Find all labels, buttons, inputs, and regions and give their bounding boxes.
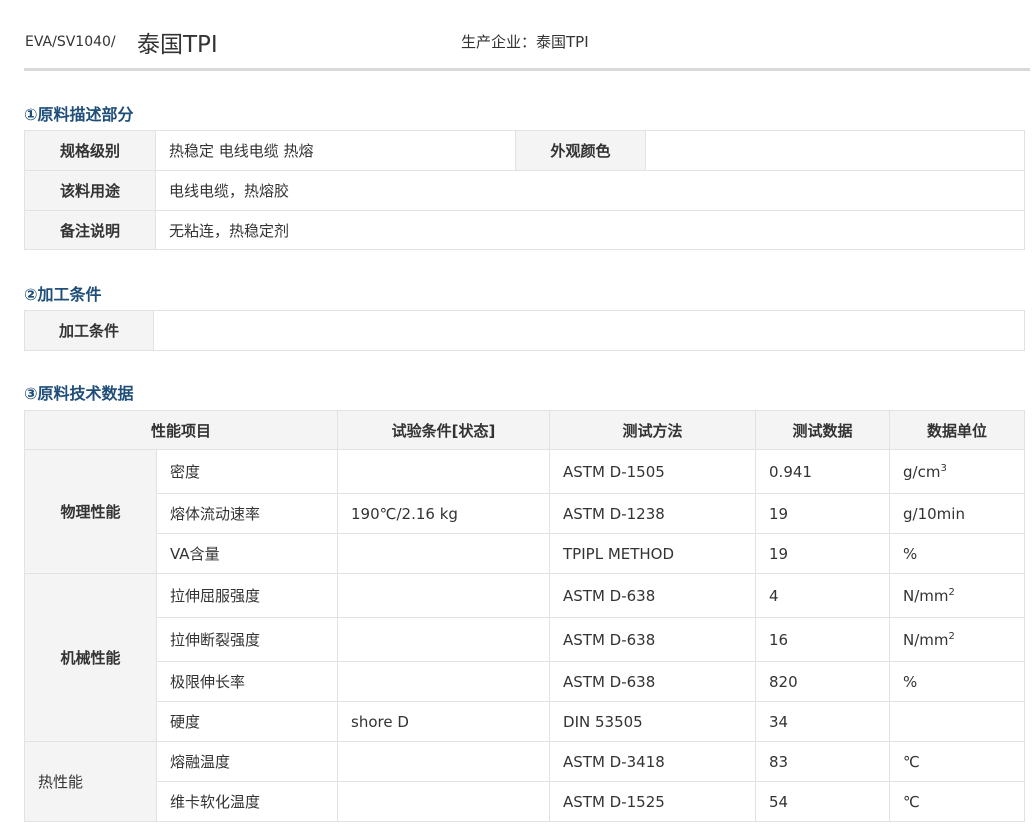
property-item: 极限伸长率: [155, 661, 339, 702]
test-data: 19: [755, 493, 891, 534]
spec-grade-value: 热稳定 电线电缆 热熔: [155, 130, 516, 171]
unit-text: ℃: [903, 752, 920, 771]
data-unit: [889, 701, 1026, 742]
test-condition: [337, 573, 551, 618]
table-row: 物理性能 密度 ASTM D-1505 0.941 g/cm3: [24, 449, 1026, 574]
test-method: ASTM D-1525: [549, 781, 757, 822]
unit-exponent: 3: [940, 462, 947, 474]
table-row: 热性能 熔融温度 ASTM D-3418 83 ℃: [24, 741, 1026, 822]
data-unit: g/cm3: [889, 449, 1026, 494]
column-header-data: 测试数据: [755, 410, 891, 450]
table-row: 加工条件: [24, 310, 1025, 351]
section-title-technical: ③原料技术数据: [24, 384, 134, 403]
table-header-row: 性能项目 试验条件[状态] 测试方法 测试数据 数据单位: [23, 410, 1026, 450]
table-row: 熔体流动速率 190℃/2.16 kg ASTM D-1238 19 g/10min: [25, 493, 1026, 534]
property-category: 热性能: [24, 741, 157, 822]
remarks-value: 无粘连，热稳定剂: [155, 210, 1025, 250]
unit-text: g/10min: [903, 504, 965, 523]
test-data: 19: [755, 533, 891, 574]
data-unit: N/mm2: [889, 573, 1026, 618]
property-item: 硬度: [155, 701, 339, 742]
data-unit: %: [889, 661, 1026, 702]
test-condition: 190℃/2.16 kg: [337, 493, 551, 534]
test-data: 83: [755, 741, 891, 782]
test-method: DIN 53505: [549, 701, 757, 742]
data-unit: %: [889, 533, 1026, 574]
usage-value: 电线电缆，热熔胶: [155, 170, 1025, 211]
test-condition: shore D: [337, 701, 551, 742]
test-condition: [337, 781, 551, 822]
processing-value: [153, 310, 1025, 351]
spec-grade-label: 规格级别: [24, 130, 156, 171]
test-method: ASTM D-638: [549, 661, 757, 702]
remarks-label: 备注说明: [24, 210, 156, 250]
table-row: 规格级别 热稳定 电线电缆 热熔 外观颜色: [24, 130, 1025, 171]
test-method: ASTM D-3418: [549, 741, 757, 782]
test-data: 0.941: [755, 449, 891, 494]
page-header: EVA/SV1040/ 泰国TPI 生产企业：泰国TPI: [0, 0, 1036, 72]
unit-text: ℃: [903, 792, 920, 811]
column-header-method: 测试方法: [549, 410, 757, 450]
description-table: 规格级别 热稳定 电线电缆 热熔 外观颜色 该料用途 电线电缆，热熔胶 备注说明…: [24, 130, 1025, 250]
usage-label: 该料用途: [24, 170, 156, 211]
table-row: 备注说明 无粘连，热稳定剂: [24, 210, 1025, 250]
table-row: 极限伸长率 ASTM D-638 820%: [25, 661, 1026, 702]
property-item: 拉伸屈服强度: [155, 573, 339, 618]
test-data: 4: [755, 573, 891, 618]
header-divider: [24, 68, 1030, 71]
test-data: 820: [755, 661, 891, 702]
appearance-color-label: 外观颜色: [515, 130, 646, 171]
test-condition: [337, 617, 551, 662]
test-data: 16: [755, 617, 891, 662]
test-condition: [337, 449, 551, 494]
processing-label: 加工条件: [24, 310, 154, 351]
property-category: 机械性能: [24, 573, 157, 742]
technical-data-table: 性能项目 试验条件[状态] 测试方法 测试数据 数据单位 物理性能 密度 ASTM …: [23, 410, 1026, 822]
test-condition: [337, 741, 551, 782]
data-unit: N/mm2: [889, 617, 1026, 662]
column-header-condition: 试验条件[状态]: [337, 410, 551, 450]
unit-text: %: [903, 544, 918, 563]
page-title: 泰国TPI: [137, 32, 218, 58]
test-condition: [337, 661, 551, 702]
property-category: 物理性能: [24, 449, 157, 574]
data-unit: ℃: [889, 741, 1026, 782]
test-method: ASTM D-638: [549, 617, 757, 662]
data-unit: ℃: [889, 781, 1026, 822]
test-data: 54: [755, 781, 891, 822]
table-row: 拉伸断裂强度 ASTM D-638 16 N/mm2: [25, 617, 1026, 662]
property-item: 维卡软化温度: [155, 781, 339, 822]
unit-text: %: [903, 672, 918, 691]
test-data: 34: [755, 701, 891, 742]
section-title-description: ①原料描述部分: [24, 105, 134, 124]
table-row: 硬度 shore D DIN 53505 34: [25, 701, 1026, 742]
property-item: 熔体流动速率: [155, 493, 339, 534]
column-header-unit: 数据单位: [889, 410, 1026, 450]
table-row: VA含量 TPIPL METHOD 19%: [25, 533, 1026, 574]
section-title-processing: ②加工条件: [24, 285, 102, 304]
table-row: 维卡软化温度 ASTM D-1525 54 ℃: [25, 781, 1026, 822]
test-method: ASTM D-638: [549, 573, 757, 618]
unit-text: N/mm: [903, 630, 949, 649]
property-item: 密度: [155, 449, 339, 494]
test-method: TPIPL METHOD: [549, 533, 757, 574]
table-row: 机械性能 拉伸屈服强度 ASTM D-638 4 N/mm2: [24, 573, 1026, 742]
test-method: ASTM D-1505: [549, 449, 757, 494]
test-condition: [337, 533, 551, 574]
column-header-property: 性能项目: [23, 410, 339, 450]
processing-table: 加工条件: [24, 310, 1025, 351]
test-method: ASTM D-1238: [549, 493, 757, 534]
unit-text: g/cm: [903, 462, 941, 481]
producer-info: 生产企业：泰国TPI: [461, 33, 589, 51]
appearance-color-value: [645, 130, 1025, 171]
table-row: 该料用途 电线电缆，热熔胶: [24, 170, 1025, 211]
unit-text: N/mm: [903, 586, 949, 605]
unit-exponent: 2: [948, 586, 955, 598]
property-item: 拉伸断裂强度: [155, 617, 339, 662]
data-unit: g/10min: [889, 493, 1026, 534]
property-item: VA含量: [155, 533, 339, 574]
unit-exponent: 2: [948, 630, 955, 642]
property-item: 熔融温度: [155, 741, 339, 782]
product-code: EVA/SV1040/: [25, 34, 116, 50]
